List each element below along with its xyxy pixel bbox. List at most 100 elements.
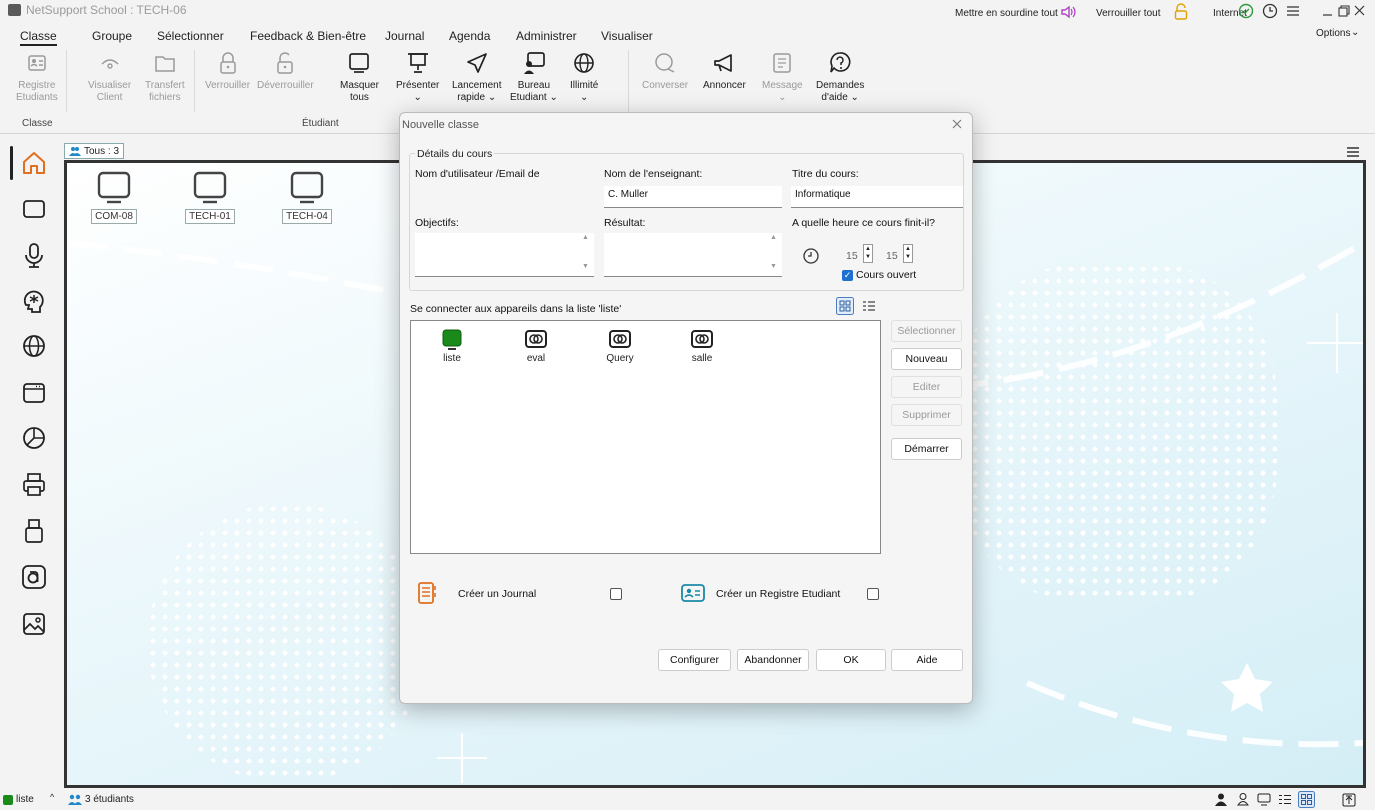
- close-icon[interactable]: [952, 119, 962, 129]
- fit-to-window-icon[interactable]: [1342, 793, 1356, 807]
- menu-selectionner[interactable]: Sélectionner: [157, 29, 224, 43]
- chat-icon: [655, 53, 675, 73]
- create-registry-checkbox[interactable]: [867, 588, 879, 600]
- scroll-up-icon[interactable]: ▲: [582, 234, 589, 241]
- list-item-liste[interactable]: liste: [426, 327, 478, 364]
- pie-chart-icon[interactable]: [20, 424, 48, 452]
- app-window-icon[interactable]: [20, 379, 48, 407]
- monitor-icon: [193, 171, 227, 204]
- menu-groupe[interactable]: Groupe: [92, 29, 132, 43]
- result-label: Résultat:: [604, 217, 646, 229]
- scroll-up-icon[interactable]: ▲: [770, 234, 777, 241]
- help-requests-button[interactable]: Demandes d'aide ⌄: [816, 50, 864, 104]
- create-journal-checkbox[interactable]: [610, 588, 622, 600]
- menu-classe[interactable]: Classe: [20, 29, 57, 46]
- lock-icon: [219, 52, 236, 74]
- options-label[interactable]: Options: [1316, 28, 1350, 39]
- list-item-salle[interactable]: salle: [676, 327, 728, 364]
- menu-administrer[interactable]: Administrer: [516, 29, 577, 43]
- unlock-button[interactable]: Déverrouiller: [257, 50, 314, 92]
- students-count: 3 étudiants: [85, 794, 134, 805]
- minute-value[interactable]: 15: [886, 250, 898, 262]
- window-controls-icon[interactable]: [1322, 5, 1366, 17]
- menu-journal[interactable]: Journal: [385, 29, 424, 43]
- configure-button[interactable]: Configurer: [658, 649, 731, 671]
- mind-icon[interactable]: [20, 287, 48, 315]
- hour-spinner[interactable]: ▲ ▼: [863, 244, 873, 263]
- chat-button[interactable]: Converser: [642, 50, 688, 92]
- hide-all-button[interactable]: Masquer tous: [340, 50, 379, 104]
- help-button[interactable]: Aide: [891, 649, 963, 671]
- menu-feedback[interactable]: Feedback & Bien-être: [250, 29, 366, 43]
- menu-icon[interactable]: [1286, 5, 1300, 17]
- minute-spinner[interactable]: ▲ ▼: [903, 244, 913, 263]
- user-icon[interactable]: [1215, 793, 1227, 806]
- unlimited-button[interactable]: Illimité ⌄: [570, 50, 598, 104]
- device-lists-panel[interactable]: liste eval Query salle: [410, 320, 881, 554]
- teacher-name-input[interactable]: C. Muller: [604, 186, 782, 208]
- printer-icon[interactable]: [20, 471, 48, 499]
- screen-icon[interactable]: [20, 195, 48, 223]
- device-com-08[interactable]: COM-08: [84, 171, 144, 224]
- image-icon[interactable]: [20, 610, 48, 638]
- students-icon: [68, 794, 82, 805]
- registry-button[interactable]: Registre Etudiants: [16, 50, 58, 104]
- new-button[interactable]: Nouveau: [891, 348, 962, 370]
- student-desktop-icon: [523, 52, 545, 74]
- chevron-up-icon[interactable]: ^: [50, 792, 54, 802]
- menu-agenda[interactable]: Agenda: [449, 29, 490, 43]
- large-icons-view-icon[interactable]: [1298, 791, 1315, 808]
- quick-launch-button[interactable]: Lancement rapide ⌄: [452, 50, 501, 104]
- device-tech-01[interactable]: TECH-01: [180, 171, 240, 224]
- list-options-icon[interactable]: [1346, 146, 1360, 158]
- scroll-down-icon[interactable]: ▼: [582, 263, 589, 270]
- student-desktop-button[interactable]: Bureau Etudiant ⌄: [510, 50, 558, 104]
- home-icon[interactable]: [20, 149, 48, 177]
- scroll-down-icon[interactable]: ▼: [770, 263, 777, 270]
- message-button[interactable]: Message ⌄: [762, 50, 803, 104]
- monitor-icon[interactable]: [1257, 793, 1271, 806]
- menu-visualiser[interactable]: Visualiser: [601, 29, 653, 43]
- padlock-icon[interactable]: [1174, 3, 1188, 20]
- linked-list-icon: [609, 330, 631, 348]
- present-button[interactable]: Présenter ⌄: [396, 50, 439, 104]
- clock-icon[interactable]: [1262, 3, 1278, 19]
- sidebar-active-indicator: [10, 146, 13, 180]
- hour-value[interactable]: 15: [846, 250, 858, 262]
- globe-icon[interactable]: [20, 332, 48, 360]
- chevron-down-icon[interactable]: ⌄: [1351, 27, 1359, 38]
- file-transfer-label: Transfert fichiers: [145, 80, 185, 103]
- microphone-icon[interactable]: [20, 241, 48, 269]
- ok-button[interactable]: OK: [816, 649, 886, 671]
- chat-label: Converser: [642, 80, 689, 91]
- start-button[interactable]: Démarrer: [891, 438, 962, 460]
- at-sign-icon[interactable]: [20, 563, 48, 591]
- grid-view-icon[interactable]: [836, 297, 854, 315]
- result-textarea[interactable]: [604, 233, 782, 277]
- list-item-eval[interactable]: eval: [510, 327, 562, 364]
- edit-button[interactable]: Editer: [891, 376, 962, 398]
- lock-all-label[interactable]: Verrouiller tout: [1096, 8, 1160, 19]
- speaker-icon[interactable]: [1060, 5, 1076, 19]
- announce-button[interactable]: Annoncer: [703, 50, 746, 92]
- lock-button[interactable]: Verrouiller: [205, 50, 250, 92]
- objectives-textarea[interactable]: [415, 233, 594, 277]
- open-course-checkbox[interactable]: ✓: [842, 270, 853, 281]
- list-view-icon[interactable]: [862, 300, 876, 312]
- end-time-label: A quelle heure ce cours finit-il?: [792, 217, 935, 229]
- mute-all-label[interactable]: Mettre en sourdine tout: [955, 8, 1058, 19]
- cancel-button[interactable]: Abandonner: [737, 649, 809, 671]
- usb-drive-icon[interactable]: [20, 517, 48, 545]
- list-item-query[interactable]: Query: [594, 327, 646, 364]
- course-title-input[interactable]: Informatique: [791, 186, 963, 208]
- all-group-tag[interactable]: Tous : 3: [64, 143, 125, 159]
- file-transfer-button[interactable]: Transfert fichiers: [145, 50, 185, 104]
- select-button[interactable]: Sélectionner: [891, 320, 962, 342]
- view-client-button[interactable]: Visualiser Client: [88, 50, 131, 104]
- current-list-label[interactable]: liste: [16, 794, 34, 805]
- check-circle-icon[interactable]: [1238, 3, 1254, 19]
- device-tech-04[interactable]: TECH-04: [277, 171, 337, 224]
- details-view-icon[interactable]: [1278, 794, 1292, 805]
- user-outline-icon[interactable]: [1237, 793, 1249, 806]
- delete-button[interactable]: Supprimer: [891, 404, 962, 426]
